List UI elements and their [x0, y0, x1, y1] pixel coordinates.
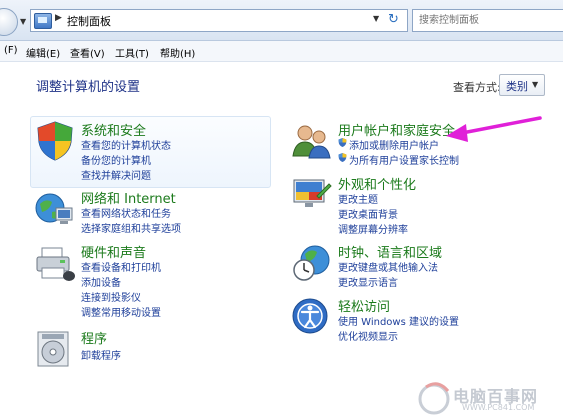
category-clock-language-region: 时钟、语言和区域 更改键盘或其他输入法 更改显示语言: [291, 242, 521, 290]
uac-shield-icon: [338, 153, 347, 162]
category-ease-of-access: 轻松访问 使用 Windows 建议的设置 优化视频显示: [291, 296, 521, 344]
menu-edit[interactable]: 编辑(E): [26, 45, 60, 60]
category-network-internet: 网络和 Internet 查看网络状态和任务 选择家庭组和共享选项: [34, 188, 264, 236]
breadcrumb-chevron-icon[interactable]: ▶: [55, 13, 62, 23]
category-user-accounts: 用户帐户和家庭安全 添加或删除用户帐户 为所有用户设置家长控制: [291, 120, 521, 168]
link-optimize-visual-display[interactable]: 优化视频显示: [338, 328, 398, 343]
view-by-dropdown[interactable]: 类别 ▼: [499, 74, 545, 96]
address-dropdown-icon[interactable]: ▼: [373, 14, 379, 23]
link-mobility-settings[interactable]: 调整常用移动设置: [81, 304, 161, 319]
address-bar-area: ▼ ▶ 控制面板 ▼ ↻: [0, 0, 563, 41]
menu-bar: (F) 编辑(E) 查看(V) 工具(T) 帮助(H): [0, 41, 563, 62]
link-change-theme[interactable]: 更改主题: [338, 191, 378, 206]
category-programs: 程序 卸载程序: [34, 328, 264, 368]
menu-tools[interactable]: 工具(T): [115, 45, 149, 60]
page-title: 调整计算机的设置: [36, 80, 141, 95]
link-homegroup-sharing[interactable]: 选择家庭组和共享选项: [81, 220, 181, 235]
recent-pages-chevron-icon[interactable]: ▼: [20, 17, 26, 26]
network-globe-icon: [35, 193, 73, 224]
link-uninstall-program[interactable]: 卸载程序: [81, 347, 121, 362]
chevron-down-icon: ▼: [532, 80, 539, 89]
link-change-display-language[interactable]: 更改显示语言: [338, 274, 398, 289]
link-windows-recommended-settings[interactable]: 使用 Windows 建议的设置: [338, 313, 459, 328]
view-by-label: 查看方式:: [453, 81, 501, 94]
printer-icon: [36, 247, 75, 281]
ease-of-access-icon: [292, 298, 328, 334]
back-button[interactable]: [0, 8, 18, 36]
link-view-computer-status[interactable]: 查看您的计算机状态: [81, 137, 171, 152]
category-title-programs[interactable]: 程序: [81, 328, 107, 347]
link-desktop-background[interactable]: 更改桌面背景: [338, 206, 398, 221]
watermark-url: WWW.PC841.COM: [462, 403, 535, 412]
watermark-logo-icon: [418, 382, 450, 415]
link-devices-printers[interactable]: 查看设备和打印机: [81, 259, 161, 274]
menu-help[interactable]: 帮助(H): [160, 45, 195, 60]
menu-file[interactable]: (F): [4, 45, 18, 56]
clock-globe-icon: [293, 245, 330, 281]
control-panel-icon: [34, 13, 52, 29]
refresh-icon[interactable]: ↻: [388, 12, 399, 27]
link-troubleshoot[interactable]: 查找并解决问题: [81, 167, 151, 182]
appearance-monitor-icon: [293, 179, 332, 207]
shield-icon: [37, 121, 73, 161]
link-change-input-methods[interactable]: 更改键盘或其他输入法: [338, 259, 438, 274]
link-connect-projector[interactable]: 连接到投影仪: [81, 289, 141, 304]
menu-view[interactable]: 查看(V): [70, 45, 105, 60]
address-bar[interactable]: ▶ 控制面板 ▼ ↻: [30, 9, 408, 32]
category-system-security: 系统和安全 查看您的计算机状态 备份您的计算机 查找并解决问题: [34, 120, 264, 190]
search-box[interactable]: [412, 9, 563, 32]
users-icon: [292, 125, 331, 159]
programs-disc-icon: [37, 331, 69, 367]
view-by-value: 类别: [506, 80, 528, 93]
category-appearance: 外观和个性化 更改主题 更改桌面背景 调整屏幕分辨率: [291, 174, 521, 236]
link-screen-resolution[interactable]: 调整屏幕分辨率: [338, 221, 408, 236]
category-hardware-sound: 硬件和声音 查看设备和打印机 添加设备 连接到投影仪 调整常用移动设置: [34, 242, 264, 319]
breadcrumb-control-panel[interactable]: 控制面板: [67, 13, 111, 29]
link-parental-controls[interactable]: 为所有用户设置家长控制: [349, 152, 459, 167]
uac-shield-icon: [338, 138, 347, 147]
link-network-status[interactable]: 查看网络状态和任务: [81, 205, 171, 220]
link-add-device[interactable]: 添加设备: [81, 274, 121, 289]
link-backup-computer[interactable]: 备份您的计算机: [81, 152, 151, 167]
search-input[interactable]: [417, 12, 561, 29]
link-add-remove-accounts[interactable]: 添加或删除用户帐户: [349, 137, 439, 152]
